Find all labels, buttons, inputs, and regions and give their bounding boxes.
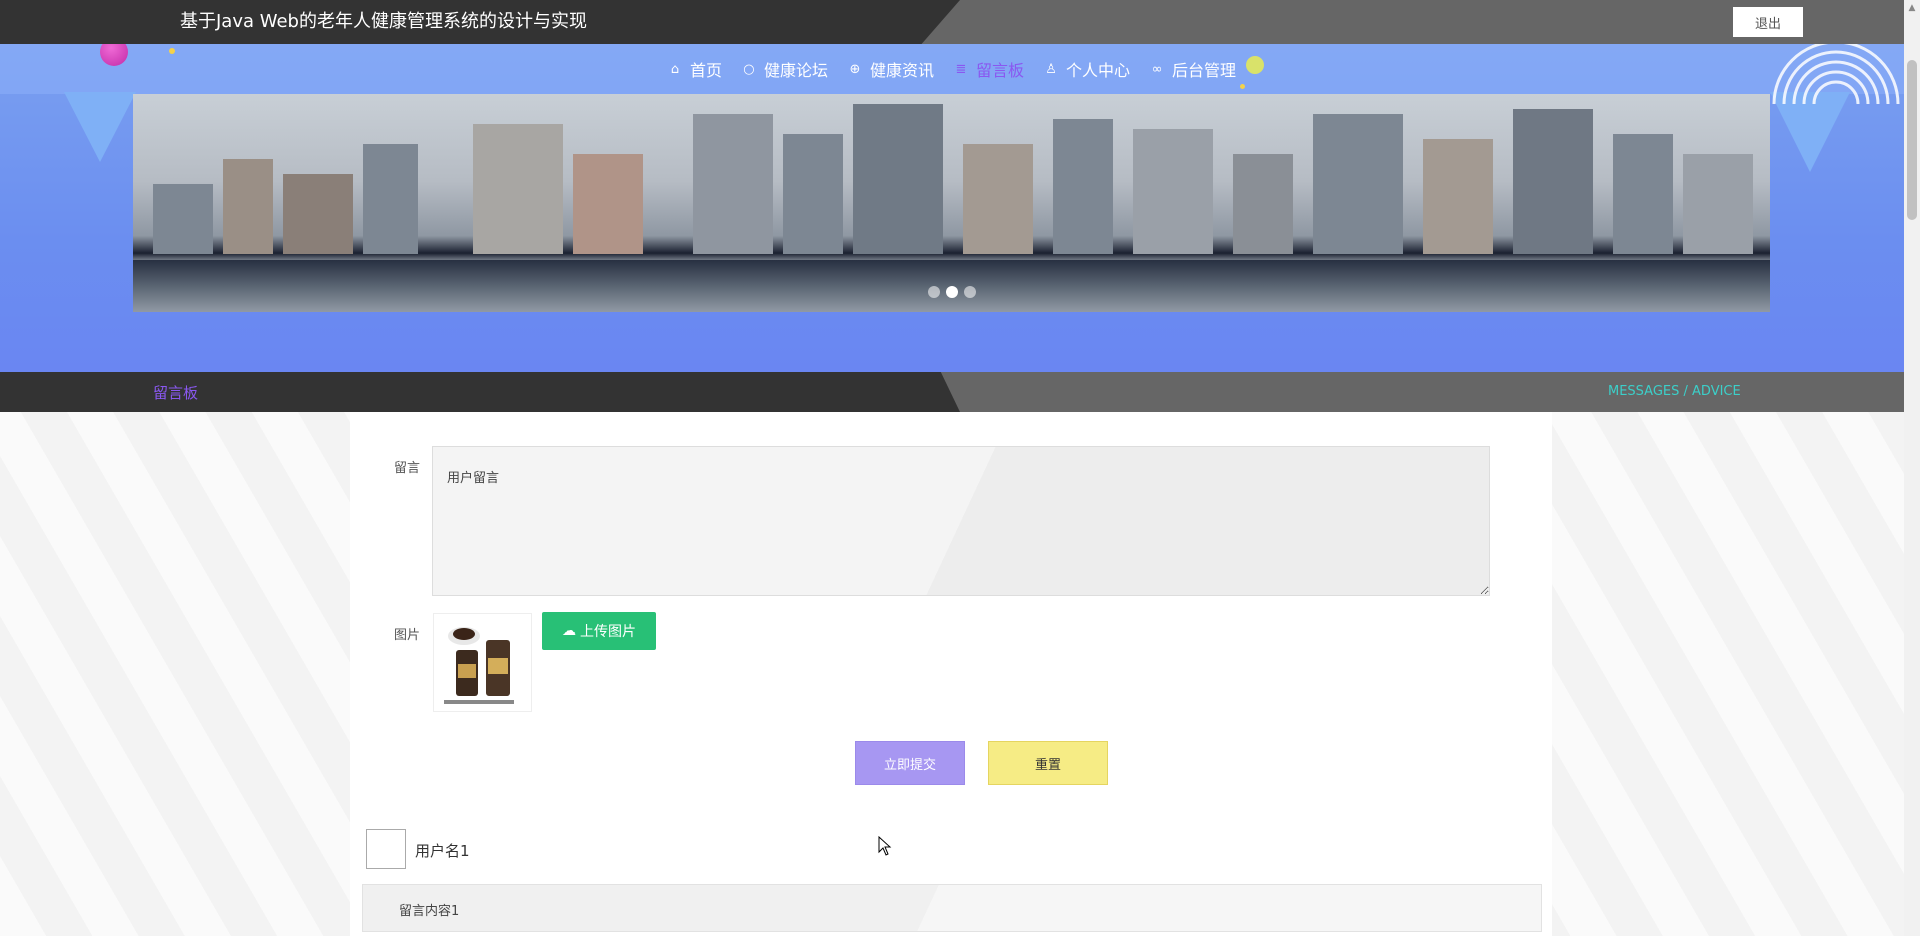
message-username: 用户名1 (415, 842, 470, 860)
section-bar: 留言板 MESSAGES / ADVICE (0, 372, 1904, 412)
uploaded-image-thumbnail (433, 613, 532, 712)
reset-button[interactable]: 重置 (988, 741, 1108, 785)
avatar (366, 829, 406, 869)
mouse-cursor-icon (878, 836, 892, 856)
carousel-dot[interactable] (927, 286, 940, 298)
nav-item-forum[interactable]: ○ 健康论坛 (742, 57, 828, 81)
nav-item-admin[interactable]: ∞ 后台管理 (1150, 56, 1265, 81)
message-content: 留言内容1 (399, 904, 460, 919)
carousel-dot[interactable] (963, 286, 976, 298)
scroll-thumb[interactable] (1907, 60, 1917, 220)
cloud-upload-icon: ☁ (562, 623, 576, 639)
nav-item-profile[interactable]: ♙ 个人中心 (1044, 57, 1130, 81)
logout-button[interactable]: 退出 (1733, 7, 1803, 37)
carousel-dots (133, 286, 1770, 298)
main-nav: ⌂ 首页 ○ 健康论坛 ⊕ 健康资讯 ≣ 留言板 ♙ 个人中心 ∞ 后台管理 (0, 44, 1904, 94)
site-title: 基于Java Web的老年人健康管理系统的设计与实现 (180, 11, 587, 32)
top-bar: 基于Java Web的老年人健康管理系统的设计与实现 退出 (0, 0, 1904, 44)
globe-icon: ⊕ (849, 61, 861, 77)
message-textarea[interactable]: 用户留言 (432, 446, 1490, 596)
decor-dot (1246, 56, 1265, 74)
home-icon: ⌂ (670, 61, 680, 77)
page: 基于Java Web的老年人健康管理系统的设计与实现 退出 ⌂ 首页 ○ 健康论… (0, 0, 1904, 936)
nav-item-home[interactable]: ⌂ 首页 (668, 57, 722, 81)
link-icon: ∞ (1151, 61, 1163, 77)
product-image (434, 614, 531, 711)
section-title: 留言板 (153, 384, 199, 402)
carousel-dot-active[interactable] (945, 286, 958, 298)
decor-triangle-right (1770, 92, 1850, 172)
nav-item-news[interactable]: ⊕ 健康资讯 (848, 57, 934, 81)
message-label: 留言 (394, 461, 421, 476)
decor-triangle-left (64, 92, 136, 162)
section-subtitle: MESSAGES / ADVICE (1608, 384, 1741, 399)
content-area: 留言 用户留言 图片 ☁ 上传图片 立即提交 重置 用户名1 留言内容1 (0, 412, 1904, 936)
submit-button[interactable]: 立即提交 (855, 741, 965, 785)
upload-image-button[interactable]: ☁ 上传图片 (542, 612, 656, 650)
user-icon: ♙ (1045, 61, 1057, 77)
database-icon: ≣ (955, 61, 967, 77)
circle-icon: ○ (743, 61, 755, 77)
hero-area: ⌂ 首页 ○ 健康论坛 ⊕ 健康资讯 ≣ 留言板 ♙ 个人中心 ∞ 后台管理 (0, 44, 1904, 372)
list-item: 留言内容1 (362, 884, 1542, 932)
page-scrollbar[interactable]: ▲ (1904, 0, 1920, 936)
scroll-up-icon[interactable]: ▲ (1904, 0, 1920, 16)
nav-item-messages[interactable]: ≣ 留言板 (954, 57, 1024, 81)
banner-carousel[interactable] (133, 94, 1770, 312)
image-label: 图片 (394, 628, 421, 643)
